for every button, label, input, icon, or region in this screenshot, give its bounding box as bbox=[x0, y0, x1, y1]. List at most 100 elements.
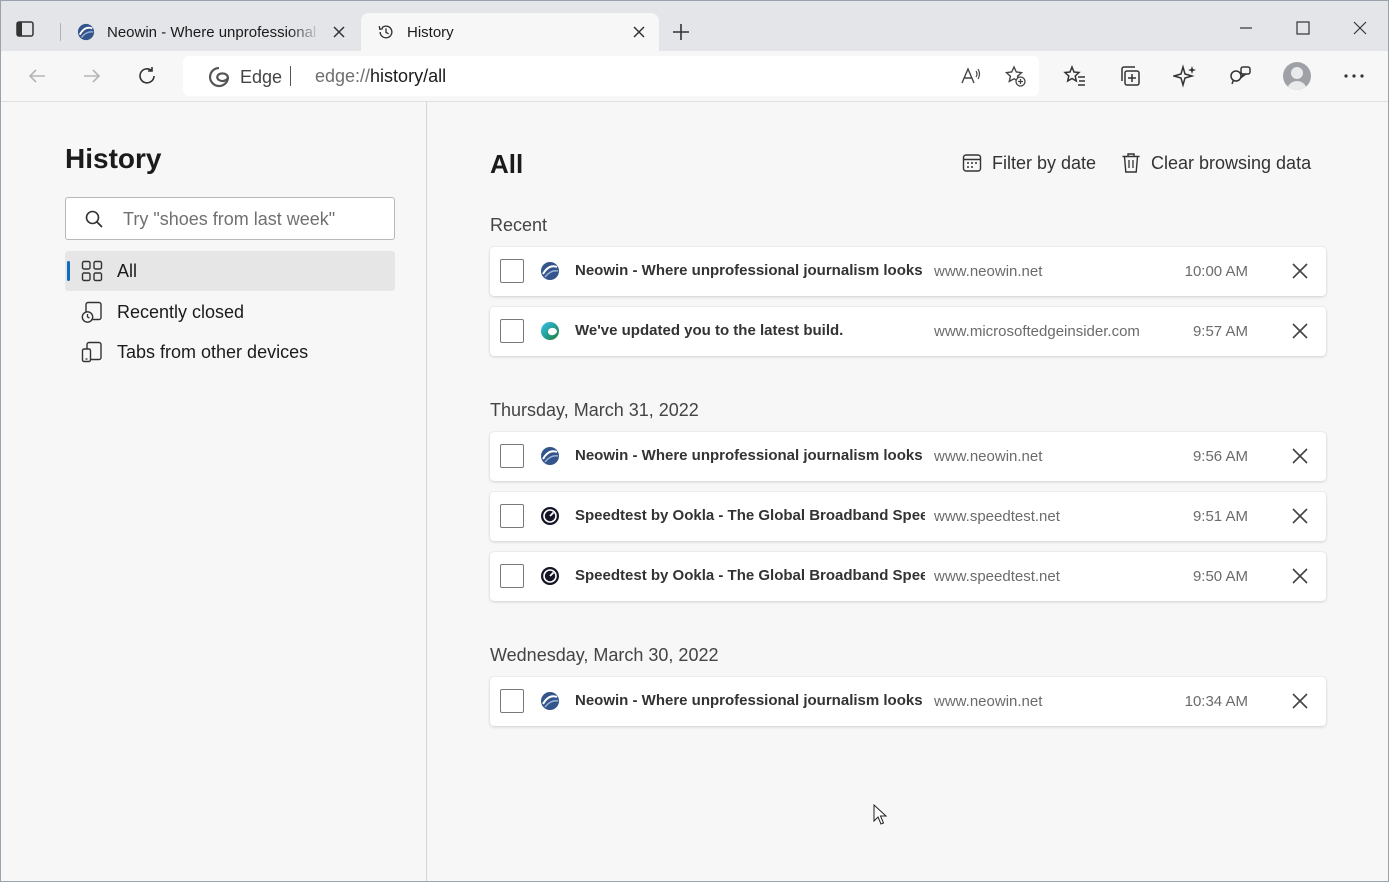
minimize-button[interactable] bbox=[1233, 15, 1259, 41]
browser-window: Neowin - Where unprofessional journalism… bbox=[0, 0, 1389, 882]
row-title[interactable]: Neowin - Where unprofessional journalism… bbox=[575, 262, 925, 279]
row-time: 9:56 AM bbox=[1192, 448, 1248, 465]
forward-button[interactable] bbox=[80, 64, 104, 88]
sidebar-title: History bbox=[65, 143, 162, 174]
calendar-icon bbox=[962, 154, 982, 172]
read-aloud-icon bbox=[961, 67, 981, 84]
history-row[interactable]: Speedtest by Ookla - The Global Broadban… bbox=[490, 552, 1326, 601]
section-heading: Wednesday, March 30, 2022 bbox=[490, 645, 719, 665]
close-tab-icon[interactable] bbox=[631, 24, 647, 40]
row-domain: www.neowin.net bbox=[934, 448, 1043, 465]
neowin-icon bbox=[541, 447, 559, 465]
url-text[interactable]: edge://history/all bbox=[315, 66, 446, 87]
more-options-button[interactable] bbox=[1342, 64, 1366, 88]
row-checkbox[interactable] bbox=[500, 259, 524, 283]
maximize-button[interactable] bbox=[1290, 15, 1316, 41]
row-domain: www.microsoftedgeinsider.com bbox=[934, 323, 1140, 340]
row-title[interactable]: Neowin - Where unprofessional journalism… bbox=[575, 692, 925, 709]
row-time: 9:50 AM bbox=[1192, 568, 1248, 585]
read-aloud-button[interactable] bbox=[958, 64, 982, 88]
section-heading: Recent bbox=[490, 215, 548, 235]
favorites-icon bbox=[1063, 64, 1085, 86]
delete-entry-icon[interactable] bbox=[1290, 566, 1310, 586]
search-icon bbox=[85, 210, 103, 228]
tab-strip: Neowin - Where unprofessional journalism… bbox=[1, 1, 1388, 51]
row-domain: www.speedtest.net bbox=[934, 508, 1060, 525]
favorites-button[interactable] bbox=[1063, 64, 1087, 88]
row-checkbox[interactable] bbox=[500, 504, 524, 528]
plus-icon bbox=[673, 24, 689, 40]
neowin-icon bbox=[541, 262, 559, 280]
profile-avatar[interactable] bbox=[1283, 62, 1311, 90]
row-time: 10:34 AM bbox=[1184, 693, 1248, 710]
edge-icon bbox=[541, 322, 559, 340]
sidebar-item-label: All bbox=[117, 260, 138, 281]
sidebar-item-recently-closed[interactable]: Recently closed bbox=[65, 292, 395, 332]
row-checkbox[interactable] bbox=[500, 564, 524, 588]
history-row[interactable]: We've updated you to the latest build. w… bbox=[490, 307, 1326, 356]
history-search[interactable] bbox=[65, 197, 395, 240]
address-divider bbox=[290, 66, 291, 86]
delete-entry-icon[interactable] bbox=[1290, 691, 1310, 711]
site-identity[interactable]: Edge bbox=[208, 66, 282, 88]
row-checkbox[interactable] bbox=[500, 689, 524, 713]
add-favorite-button[interactable] bbox=[1003, 64, 1027, 88]
recently-closed-icon bbox=[80, 300, 104, 324]
grid-icon bbox=[80, 259, 104, 283]
row-time: 9:51 AM bbox=[1192, 508, 1248, 525]
history-main: All Filter by date Clear browsing data R… bbox=[427, 102, 1388, 881]
sidebar-item-other-devices[interactable]: Tabs from other devices bbox=[65, 332, 395, 372]
page-title: All bbox=[490, 149, 524, 179]
tab-actions-icon[interactable] bbox=[15, 19, 35, 39]
row-title[interactable]: We've updated you to the latest build. bbox=[575, 322, 925, 339]
delete-entry-icon[interactable] bbox=[1290, 446, 1310, 466]
history-row[interactable]: Neowin - Where unprofessional journalism… bbox=[490, 677, 1326, 726]
row-title[interactable]: Speedtest by Ookla - The Global Broadban… bbox=[575, 567, 925, 584]
sidebar-item-label: Tabs from other devices bbox=[117, 341, 309, 362]
filter-by-date-button[interactable]: Filter by date bbox=[962, 150, 1096, 176]
delete-entry-icon[interactable] bbox=[1290, 261, 1310, 281]
new-tab-button[interactable] bbox=[670, 21, 692, 43]
row-title[interactable]: Speedtest by Ookla - The Global Broadban… bbox=[575, 507, 925, 524]
back-button[interactable] bbox=[25, 64, 49, 88]
sidebar-item-label: Recently closed bbox=[117, 301, 245, 322]
row-checkbox[interactable] bbox=[500, 444, 524, 468]
search-input[interactable] bbox=[121, 207, 385, 231]
selection-indicator bbox=[67, 261, 70, 281]
clear-browsing-data-button[interactable]: Clear browsing data bbox=[1121, 150, 1311, 176]
history-row[interactable]: Speedtest by Ookla - The Global Broadban… bbox=[490, 492, 1326, 541]
star-add-icon bbox=[1004, 65, 1026, 87]
toolbar: Edge edge://history/all bbox=[1, 51, 1388, 102]
collections-button[interactable] bbox=[1118, 64, 1142, 88]
history-sidebar: History All Recently closed Tabs from ot… bbox=[1, 102, 427, 881]
tab-neowin[interactable]: Neowin - Where unprofessional journalism… bbox=[61, 13, 359, 51]
sparkle-icon bbox=[1173, 64, 1196, 88]
row-checkbox[interactable] bbox=[500, 319, 524, 343]
forward-arrow-icon bbox=[84, 69, 101, 83]
tab-history[interactable]: History bbox=[361, 13, 659, 51]
neowin-icon bbox=[541, 692, 559, 710]
close-icon bbox=[1353, 21, 1367, 35]
close-tab-icon[interactable] bbox=[331, 24, 347, 40]
url-path: history/all bbox=[370, 66, 447, 86]
refresh-button[interactable] bbox=[135, 64, 159, 88]
row-title[interactable]: Neowin - Where unprofessional journalism… bbox=[575, 447, 925, 464]
refresh-icon bbox=[139, 67, 155, 84]
delete-entry-icon[interactable] bbox=[1290, 321, 1310, 341]
close-window-button[interactable] bbox=[1347, 15, 1373, 41]
feedback-button[interactable] bbox=[1228, 64, 1252, 88]
row-time: 10:00 AM bbox=[1184, 263, 1248, 280]
address-bar[interactable]: Edge edge://history/all bbox=[183, 56, 1039, 96]
row-domain: www.neowin.net bbox=[934, 693, 1043, 710]
speedtest-icon bbox=[541, 567, 559, 585]
delete-entry-icon[interactable] bbox=[1290, 506, 1310, 526]
sidebar-item-all[interactable]: All bbox=[65, 251, 395, 291]
copilot-button[interactable] bbox=[1173, 64, 1197, 88]
section-heading: Thursday, March 31, 2022 bbox=[490, 400, 699, 420]
history-row[interactable]: Neowin - Where unprofessional journalism… bbox=[490, 432, 1326, 481]
site-label: Edge bbox=[240, 66, 283, 87]
devices-icon bbox=[80, 340, 104, 364]
back-arrow-icon bbox=[28, 69, 45, 83]
history-row[interactable]: Neowin - Where unprofessional journalism… bbox=[490, 247, 1326, 296]
row-domain: www.neowin.net bbox=[934, 263, 1043, 280]
